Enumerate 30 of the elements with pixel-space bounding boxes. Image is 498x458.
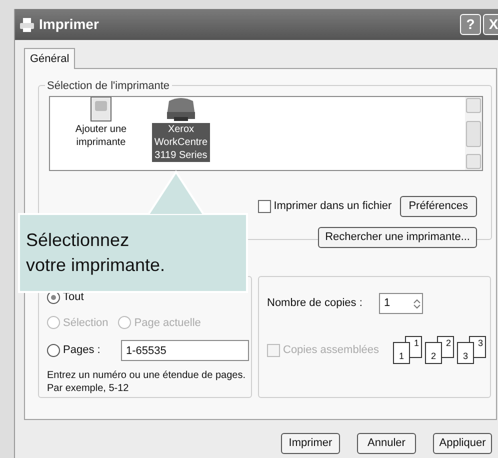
page-number: 3 [457,342,474,364]
dialog-button[interactable]: Annuler [357,433,416,454]
radio-option[interactable]: Pages : [47,342,100,359]
page-number: 2 [425,342,442,364]
group-label: Sélection de l'imprimante [45,78,172,94]
dialog-button[interactable]: Imprimer [281,433,340,454]
printer-icon [19,16,35,32]
checkbox-label: Copies assemblées [283,342,380,358]
pages-field[interactable]: 1-65535 [121,340,249,361]
checkbox-label: Imprimer dans un fichier [274,199,392,214]
scroll-thumb[interactable] [466,120,481,146]
printer-item[interactable]: Ajouter une imprimante [70,123,132,149]
find-printer-button[interactable]: Rechercher une imprimante... [318,227,477,248]
printer-icon [164,97,198,123]
copies-label: Nombre de copies : [267,296,364,312]
spinner-arrows-icon[interactable] [412,296,422,310]
scrollbar[interactable] [465,97,482,170]
tab[interactable]: Général [24,48,76,69]
dialog-button[interactable]: Appliquer [433,433,492,454]
scroll-up-icon[interactable] [466,98,481,113]
hint-text: Entrez un numéro ou une étendue de pages. Par exemple, 5-12 [47,369,246,395]
scroll-down-icon[interactable] [466,154,481,169]
window-title: Imprimer [39,15,99,34]
copies-value: 1 [384,296,390,312]
page-number: 1 [393,342,410,364]
printer-item[interactable]: Xerox WorkCentre 3119 Series [152,123,210,162]
callout-text: Sélectionnez votre imprimante. [26,229,166,277]
preferences-button[interactable]: Préférences [400,196,477,217]
copies-spinner[interactable]: 1 [379,293,423,314]
checkbox[interactable] [258,200,271,213]
